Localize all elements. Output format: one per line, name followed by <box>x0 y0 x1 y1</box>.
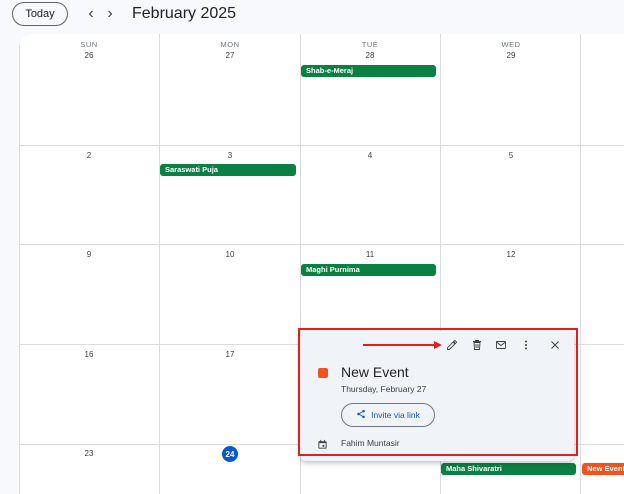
month-title: February 2025 <box>132 5 237 22</box>
share-icon <box>356 409 366 421</box>
day-number[interactable]: 5 <box>441 151 581 160</box>
grid-line <box>19 34 20 494</box>
event-date: Thursday, February 27 <box>341 384 427 394</box>
close-icon[interactable] <box>548 338 562 352</box>
today-day-number[interactable]: 24 <box>222 446 238 462</box>
event-color-icon <box>318 368 328 378</box>
day-number[interactable]: 27 <box>160 51 300 60</box>
day-number[interactable]: 11 <box>300 250 440 259</box>
weekday-header: TUE <box>361 40 379 49</box>
weekday-header: WED <box>501 40 521 49</box>
chevron-right-icon[interactable]: › <box>102 6 118 22</box>
event-chip[interactable]: Saraswati Puja <box>160 164 296 176</box>
event-chip[interactable]: Shab-e-Meraj <box>301 65 436 77</box>
day-number[interactable]: 23 <box>19 449 159 458</box>
grid-line <box>19 145 624 146</box>
day-number[interactable]: 9 <box>19 250 159 259</box>
today-button[interactable]: Today <box>12 2 68 26</box>
more-options-icon[interactable] <box>519 338 533 352</box>
edit-icon[interactable] <box>445 338 459 352</box>
day-number[interactable]: 28 <box>300 51 440 60</box>
day-number[interactable]: 29 <box>441 51 581 60</box>
day-number[interactable]: 3 <box>160 151 300 160</box>
delete-icon[interactable] <box>470 338 484 352</box>
grid-line <box>159 34 160 494</box>
annotation-arrow-head <box>434 341 442 349</box>
calendar-icon <box>317 437 328 455</box>
day-number[interactable]: 12 <box>441 250 581 259</box>
email-icon[interactable] <box>494 338 508 352</box>
invite-label: Invite via link <box>371 410 420 420</box>
day-number[interactable]: 26 <box>19 51 159 60</box>
day-number[interactable]: 2 <box>19 151 159 160</box>
calendar-owner-name: Fahim Muntasir <box>341 438 400 448</box>
new-event-chip[interactable]: New Event <box>582 463 624 475</box>
chevron-left-icon[interactable]: ‹ <box>83 6 99 22</box>
day-number[interactable]: 10 <box>160 250 300 259</box>
event-chip[interactable]: Maghi Purnima <box>301 264 436 276</box>
event-title: New Event <box>341 364 409 380</box>
day-number[interactable]: 17 <box>160 350 300 359</box>
toolbar: Today ‹ › February 2025 <box>0 0 624 32</box>
weekday-header: MON <box>220 40 240 49</box>
event-chip[interactable]: Maha Shivaratri <box>441 463 576 475</box>
day-number[interactable]: 4 <box>300 151 440 160</box>
annotation-arrow-line <box>363 344 435 346</box>
grid-line <box>580 34 581 494</box>
day-number[interactable]: 16 <box>19 350 159 359</box>
weekday-header: SUN <box>80 40 98 49</box>
invite-via-link-button[interactable]: Invite via link <box>341 403 435 427</box>
grid-line <box>19 244 624 245</box>
